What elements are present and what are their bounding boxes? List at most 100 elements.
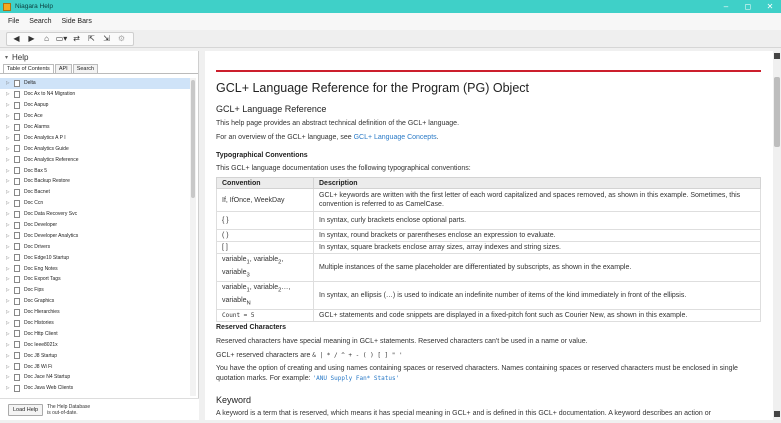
expand-icon[interactable]: ▷ — [6, 320, 14, 326]
settings-icon[interactable]: ⚙ — [115, 33, 128, 45]
document-icon — [14, 341, 20, 349]
expand-icon[interactable]: ▷ — [6, 135, 14, 141]
document-icon — [14, 101, 20, 109]
expand-icon[interactable]: ▷ — [6, 266, 14, 272]
expand-icon[interactable]: ▷ — [6, 298, 14, 304]
expand-icon[interactable]: ▷ — [6, 364, 14, 370]
sidebar-item[interactable]: ▷ Doc Drivers — [0, 241, 190, 252]
scroll-down-icon[interactable] — [774, 411, 780, 417]
sidebar-item[interactable]: ▷ Doc Ace — [0, 111, 190, 122]
sidebar-item[interactable]: ▷ Doc Histories — [0, 318, 190, 329]
expand-icon[interactable]: ▷ — [6, 178, 14, 184]
sidebar-item[interactable]: ▷ Doc Ccn — [0, 198, 190, 209]
sidebar-scrollbar[interactable] — [190, 78, 196, 396]
content-scrollbar[interactable] — [773, 51, 781, 420]
menu-file[interactable]: File — [8, 18, 19, 25]
sidebar-item[interactable]: ▷ Doc Ax to N4 Migration — [0, 89, 190, 100]
sidebar-item[interactable]: ▷Doc Json Toolkit — [0, 394, 190, 396]
expand-icon[interactable]: ▷ — [6, 91, 14, 97]
menu-bar: File Search Side Bars — [0, 13, 781, 30]
overview-text: For an overview of the GCL+ language, se… — [216, 134, 354, 141]
table-row: variable1, variable2…, variableN In synta… — [216, 281, 761, 310]
window-controls: – ◻ ✕ — [715, 0, 781, 13]
expand-icon[interactable]: ▷ — [6, 113, 14, 119]
menu-side-bars[interactable]: Side Bars — [61, 18, 91, 25]
tab-table-of-contents[interactable]: Table of Contents — [3, 64, 54, 73]
expand-icon[interactable]: ▷ — [6, 157, 14, 163]
expand-icon[interactable]: ▷ — [6, 233, 14, 239]
scroll-up-icon[interactable] — [774, 53, 780, 59]
sidebar-item[interactable]: ▷ Doc J8 Startup — [0, 350, 190, 361]
sidebar-item[interactable]: ▷ Doc Analytics Reference — [0, 154, 190, 165]
expand-icon[interactable]: ▷ — [6, 80, 14, 86]
sidebar-item[interactable]: ▷ Delta — [0, 78, 190, 89]
sidebar-item[interactable]: ▷ Doc Alarms — [0, 122, 190, 133]
conventions-table: Convention Description If, IfOnce, WeekD… — [216, 177, 761, 322]
sidebar-item[interactable]: ▷ Doc Export Tags — [0, 274, 190, 285]
expand-icon[interactable]: ▷ — [6, 309, 14, 315]
expand-icon[interactable]: ▷ — [6, 244, 14, 250]
home-icon[interactable]: ⌂ — [40, 33, 53, 45]
expand-icon[interactable]: ▷ — [6, 255, 14, 261]
expand-icon[interactable]: ▷ — [6, 353, 14, 359]
menu-search[interactable]: Search — [29, 18, 51, 25]
sidebar-item[interactable]: ▷ Doc Developer — [0, 220, 190, 231]
expand-icon[interactable]: ▷ — [6, 342, 14, 348]
sidebar-item[interactable]: ▷ Doc Ieee8021x — [0, 339, 190, 350]
overview-end: . — [436, 134, 439, 141]
sidebar-item[interactable]: ▷ Doc Jace N4 Startup — [0, 372, 190, 383]
document-icon — [14, 286, 20, 294]
expand-icon[interactable]: ▷ — [6, 102, 14, 108]
sidebar-item[interactable]: ▷ Doc Fips — [0, 285, 190, 296]
sidebar-scrollbar-thumb[interactable] — [191, 80, 195, 198]
expand-icon[interactable]: ▷ — [6, 276, 14, 282]
sidebar-item[interactable]: ▷ Doc Bacnet — [0, 187, 190, 198]
collapse-caret-icon[interactable]: ▾ — [5, 54, 8, 61]
sidebar-item-label: Doc J8 Startup — [24, 352, 58, 359]
sync-icon[interactable]: ⇄ — [70, 33, 83, 45]
sidebar-item[interactable]: ▷ Doc Analytics Guide — [0, 143, 190, 154]
sidebar-item[interactable]: ▷ Doc Hierarchies — [0, 307, 190, 318]
load-help-button[interactable]: Load Help — [8, 403, 44, 416]
document-icon — [14, 221, 20, 229]
sidebar-item[interactable]: ▷ Doc Backup Restore — [0, 176, 190, 187]
sidebar-item-label: Doc Histories — [24, 320, 54, 327]
table-row: [ ] In syntax, square brackets enclose a… — [216, 241, 761, 254]
tab-api[interactable]: API — [54, 64, 72, 73]
sidebar-item-label: Doc Alarms — [24, 124, 50, 130]
content-scrollbar-thumb[interactable] — [774, 77, 780, 147]
forward-icon[interactable]: ▶ — [25, 33, 38, 45]
sidebar-item[interactable]: ▷ Doc Aapup — [0, 100, 190, 111]
view-icon[interactable]: ▭▾ — [55, 33, 68, 45]
expand-icon[interactable]: ▷ — [6, 124, 14, 130]
minimize-button[interactable]: – — [715, 0, 737, 13]
tab-search[interactable]: Search — [72, 64, 99, 73]
sidebar-item[interactable]: ▷ Doc Data Recovery Svc — [0, 209, 190, 220]
sidebar-item[interactable]: ▷ Doc Edge10 Startup — [0, 252, 190, 263]
expand-icon[interactable]: ▷ — [6, 385, 14, 391]
back-icon[interactable]: ◀ — [10, 33, 23, 45]
next-topic-icon[interactable]: ⇲ — [100, 33, 113, 45]
prev-topic-icon[interactable]: ⇱ — [85, 33, 98, 45]
sidebar-item[interactable]: ▷ Doc J8 Wi Fi — [0, 361, 190, 372]
sidebar-item-label: Delta — [24, 80, 36, 87]
expand-icon[interactable]: ▷ — [6, 331, 14, 337]
sidebar-item[interactable]: ▷ Doc Http Client — [0, 328, 190, 339]
sidebar-item[interactable]: ▷ Doc Java Web Clients — [0, 383, 190, 394]
expand-icon[interactable]: ▷ — [6, 200, 14, 206]
sidebar-item[interactable]: ▷ Doc Bax 5 — [0, 165, 190, 176]
sidebar-item[interactable]: ▷ Doc Graphics — [0, 296, 190, 307]
sidebar-item[interactable]: ▷ Doc Eng Notes — [0, 263, 190, 274]
expand-icon[interactable]: ▷ — [6, 374, 14, 380]
expand-icon[interactable]: ▷ — [6, 287, 14, 293]
sidebar-item[interactable]: ▷ Doc Analytics A P I — [0, 132, 190, 143]
expand-icon[interactable]: ▷ — [6, 189, 14, 195]
close-button[interactable]: ✕ — [759, 0, 781, 13]
expand-icon[interactable]: ▷ — [6, 168, 14, 174]
maximize-button[interactable]: ◻ — [737, 0, 759, 13]
expand-icon[interactable]: ▷ — [6, 222, 14, 228]
expand-icon[interactable]: ▷ — [6, 211, 14, 217]
concepts-link[interactable]: GCL+ Language Concepts — [354, 134, 437, 141]
expand-icon[interactable]: ▷ — [6, 146, 14, 152]
sidebar-item[interactable]: ▷ Doc Developer Analytics — [0, 230, 190, 241]
